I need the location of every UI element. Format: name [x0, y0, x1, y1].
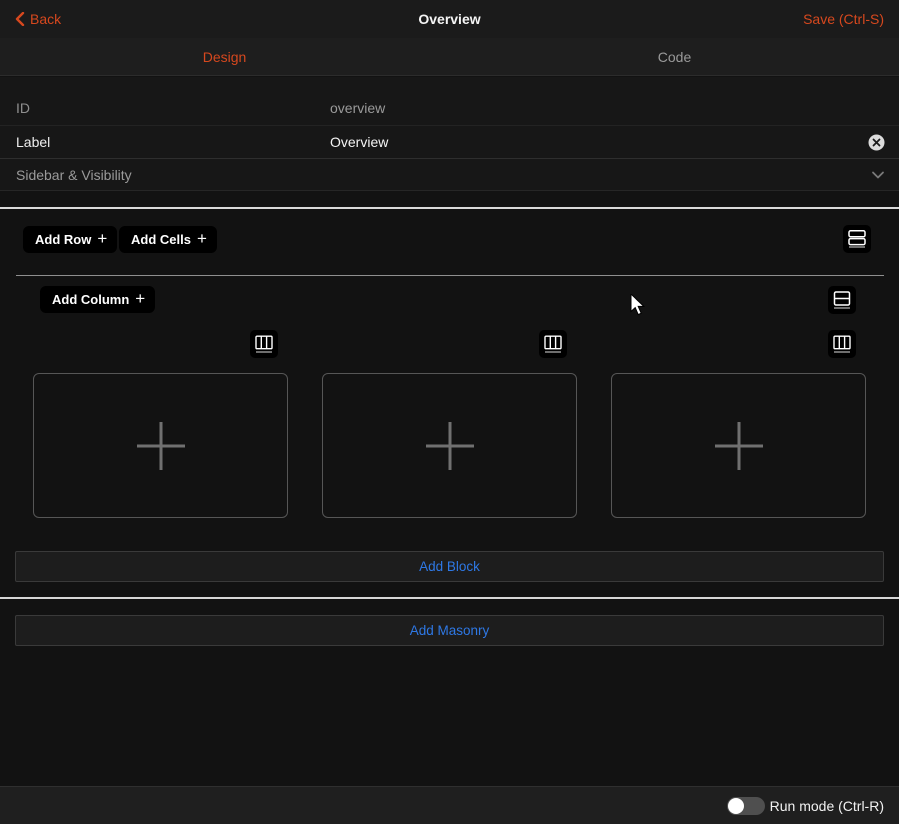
add-cells-button[interactable]: Add Cells +	[119, 226, 217, 253]
add-column-label: Add Column	[52, 292, 129, 307]
tabs-bar: Design Code	[0, 38, 899, 76]
column-layout-button-3[interactable]	[828, 330, 856, 358]
empty-cell-3[interactable]	[611, 373, 866, 518]
column-layout-button-2[interactable]	[539, 330, 567, 358]
toggle-knob	[728, 798, 744, 814]
add-masonry-button[interactable]: Add Masonry	[15, 615, 884, 646]
columns-icon	[255, 335, 273, 353]
label-field-value[interactable]: Overview	[330, 126, 388, 158]
empty-cell-1[interactable]	[33, 373, 288, 518]
add-row-label: Add Row	[35, 232, 91, 247]
id-field-value[interactable]: overview	[330, 91, 385, 125]
tab-design[interactable]: Design	[0, 38, 449, 76]
page-title: Overview	[0, 0, 899, 38]
header-bar: Back Overview Save (Ctrl-S)	[0, 0, 899, 38]
layout-editor-screen: Back Overview Save (Ctrl-S) Design Code …	[0, 0, 899, 824]
chevron-down-icon[interactable]	[871, 168, 885, 182]
add-cells-label: Add Cells	[131, 232, 191, 247]
plus-icon: +	[135, 290, 145, 307]
add-column-button[interactable]: Add Column +	[40, 286, 155, 313]
mouse-cursor-icon	[630, 294, 647, 321]
split-rows-icon	[833, 291, 851, 309]
plus-icon: +	[97, 230, 107, 247]
column-layout-button-1[interactable]	[250, 330, 278, 358]
tab-code[interactable]: Code	[450, 38, 899, 76]
properties-form: ID overview Label Overview Sidebar & Vis…	[0, 77, 899, 191]
save-button[interactable]: Save (Ctrl-S)	[803, 0, 884, 38]
field-row-label: Label Overview	[0, 126, 899, 159]
empty-cell-2[interactable]	[322, 373, 577, 518]
add-content-plus-icon	[424, 420, 476, 472]
sidebar-visibility-row[interactable]: Sidebar & Visibility	[0, 159, 899, 191]
section-divider	[0, 207, 899, 209]
field-row-id: ID overview	[0, 91, 899, 126]
plus-icon: +	[197, 230, 207, 247]
add-content-plus-icon	[135, 420, 187, 472]
add-content-plus-icon	[713, 420, 765, 472]
run-mode-label: Run mode (Ctrl-R)	[770, 787, 884, 824]
section-divider	[0, 597, 899, 599]
columns-icon	[544, 335, 562, 353]
columns-icon	[833, 335, 851, 353]
run-mode-toggle[interactable]	[727, 797, 765, 815]
stacked-rows-icon	[848, 230, 866, 248]
cell-layout-button[interactable]	[828, 286, 856, 314]
row-divider	[16, 275, 884, 276]
footer-bar: Run mode (Ctrl-R)	[0, 786, 899, 824]
add-block-button[interactable]: Add Block	[15, 551, 884, 582]
label-field-label: Label	[16, 126, 50, 158]
clear-label-button[interactable]	[868, 134, 885, 151]
id-field-label: ID	[16, 91, 30, 125]
row-layout-button[interactable]	[843, 225, 871, 253]
add-row-button[interactable]: Add Row +	[23, 226, 117, 253]
sidebar-visibility-label: Sidebar & Visibility	[16, 159, 132, 190]
